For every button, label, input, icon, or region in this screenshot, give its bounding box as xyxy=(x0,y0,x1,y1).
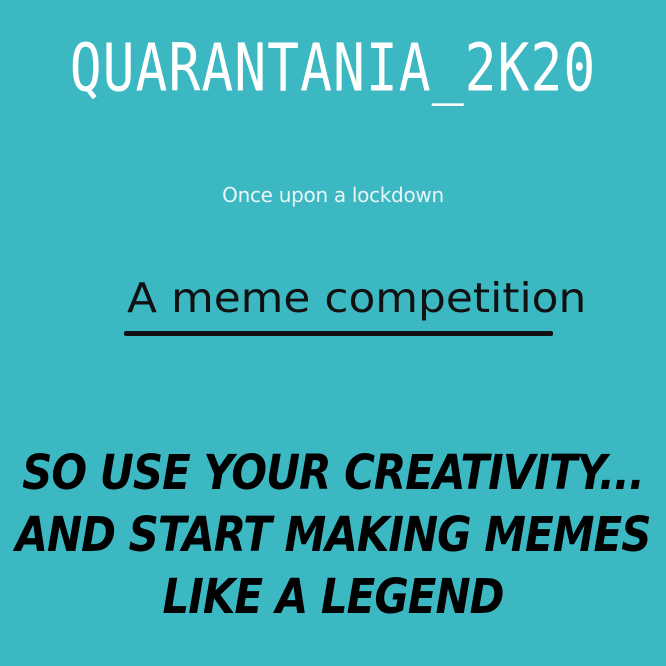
message-line-2: AND START MAKING MEMES xyxy=(15,506,652,563)
message-line-1: SO USE YOUR CREATIVITY... xyxy=(22,444,645,501)
poster-message: SO USE YOUR CREATIVITY... AND START MAKI… xyxy=(0,442,666,628)
poster-subtitle: Once upon a lockdown xyxy=(222,183,444,207)
message-line-3: LIKE A LEGEND xyxy=(162,568,504,625)
poster-canvas: QUARANTANIA_2K20 Once upon a lockdown A … xyxy=(0,0,666,666)
poster-heading: A meme competition xyxy=(127,274,587,322)
poster-title: QUARANTANIA_2K20 xyxy=(69,30,597,107)
heading-underline xyxy=(124,331,553,336)
